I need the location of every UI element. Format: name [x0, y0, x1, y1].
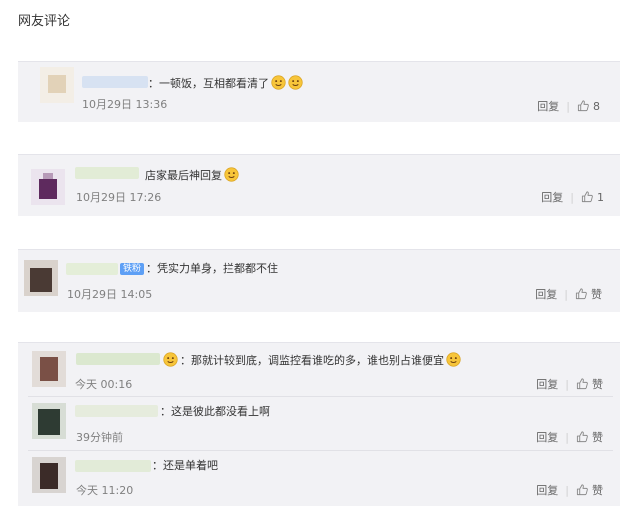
reply-button[interactable]: 回复	[541, 191, 563, 204]
username[interactable]	[75, 405, 158, 417]
comment-text: 铁粉 ：凭实力单身，拦都都不住	[120, 262, 278, 276]
comment-actions: 回复 | 8	[537, 100, 600, 113]
like-count: 8	[593, 100, 600, 113]
comment-time: 今天 00:16	[75, 378, 133, 391]
like-button[interactable]: 1	[581, 191, 604, 204]
comment-card: 店家最后神回复 10月29日 17:26 回复 | 1	[18, 154, 620, 216]
comment-thread: ：那就计较到底，调监控看谁吃的多，谁也别占谁便宜 今天 00:16 回复 | 赞 ：…	[18, 342, 620, 506]
comment-card: ：一顿饭，互相都看清了 10月29日 13:36 回复 | 8	[18, 61, 620, 122]
like-button[interactable]: 8	[577, 100, 600, 113]
comment-actions: 回复 | 1	[541, 191, 604, 204]
username[interactable]	[66, 263, 118, 275]
comment-time: 10月29日 17:26	[76, 191, 162, 204]
reply-button[interactable]: 回复	[536, 484, 558, 497]
reply-button[interactable]: 回复	[535, 288, 557, 301]
username[interactable]	[75, 167, 139, 179]
divider	[28, 450, 613, 451]
comment-card: 铁粉 ：凭实力单身，拦都都不住 10月29日 14:05 回复 | 赞	[18, 249, 620, 312]
avatar[interactable]	[32, 403, 66, 439]
username[interactable]	[76, 353, 160, 365]
avatar[interactable]	[40, 67, 74, 103]
face-emoji-icon	[163, 352, 178, 367]
reply-button[interactable]: 回复	[537, 100, 559, 113]
face-emoji-icon	[224, 167, 239, 182]
avatar[interactable]	[32, 351, 66, 387]
comment-text: ：一顿饭，互相都看清了	[148, 75, 303, 91]
fan-badge: 铁粉	[120, 263, 145, 275]
comment-text: ：还是单着吧	[152, 459, 218, 472]
comment-actions: 回复 | 赞	[536, 484, 603, 497]
username[interactable]	[82, 76, 148, 88]
thumbs-up-icon	[576, 377, 589, 390]
comment-time: 今天 11:20	[76, 484, 134, 497]
like-count: 1	[597, 191, 604, 204]
like-button[interactable]: 赞	[575, 288, 602, 301]
username[interactable]	[75, 460, 151, 472]
like-button[interactable]: 赞	[576, 378, 603, 391]
avatar[interactable]	[24, 260, 58, 296]
comment-text: 店家最后神回复	[145, 167, 239, 183]
page-title: 网友评论	[18, 14, 71, 29]
thumbs-up-icon	[576, 430, 589, 443]
like-count: 赞	[592, 484, 603, 497]
comment-text: ：那就计较到底，调监控看谁吃的多，谁也别占谁便宜	[163, 352, 461, 368]
comment-time: 10月29日 14:05	[67, 288, 153, 301]
like-button[interactable]: 赞	[576, 431, 603, 444]
face-emoji-icon	[288, 75, 303, 90]
like-count: 赞	[591, 288, 602, 301]
comment-actions: 回复 | 赞	[535, 288, 602, 301]
comment-actions: 回复 | 赞	[536, 431, 603, 444]
comment-text: ：这是彼此都没看上啊	[160, 405, 270, 418]
face-emoji-icon	[446, 352, 461, 367]
comment-time: 10月29日 13:36	[82, 98, 168, 111]
like-button[interactable]: 赞	[576, 484, 603, 497]
face-emoji-icon	[271, 75, 286, 90]
thumbs-up-icon	[577, 99, 590, 112]
comment-actions: 回复 | 赞	[536, 378, 603, 391]
avatar[interactable]	[32, 457, 66, 493]
thumbs-up-icon	[575, 287, 588, 300]
avatar[interactable]	[31, 169, 65, 205]
comment-time: 39分钟前	[76, 431, 123, 444]
reply-button[interactable]: 回复	[536, 378, 558, 391]
divider	[28, 396, 613, 397]
like-count: 赞	[592, 378, 603, 391]
thumbs-up-icon	[576, 483, 589, 496]
reply-button[interactable]: 回复	[536, 431, 558, 444]
thumbs-up-icon	[581, 190, 594, 203]
like-count: 赞	[592, 431, 603, 444]
